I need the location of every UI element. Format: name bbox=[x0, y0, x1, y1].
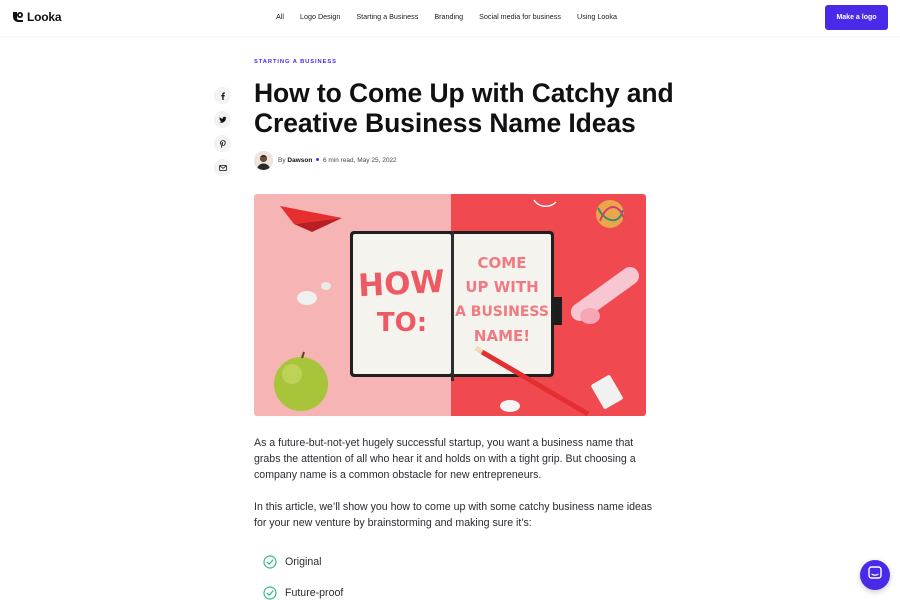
article-paragraph-1: As a future-but-not-yet hugely successfu… bbox=[254, 437, 636, 481]
hero-image: HOW TO: COME UP WITH A BUSINESS NAME! bbox=[254, 194, 646, 416]
check-circle-icon bbox=[263, 554, 277, 569]
share-email-button[interactable] bbox=[214, 159, 231, 176]
main-nav: All Logo Design Starting a Business Bran… bbox=[276, 12, 633, 21]
nav-link-starting-a-business[interactable]: Starting a Business bbox=[356, 12, 418, 21]
article-category[interactable]: STARTING A BUSINESS bbox=[254, 59, 337, 65]
twitter-icon bbox=[218, 111, 227, 129]
list-item: Future-proof bbox=[263, 577, 343, 600]
hero-right-line-3: A BUSINESS bbox=[455, 304, 549, 320]
article-byline: By Dawson 6 min read, May 25, 2022 bbox=[254, 151, 397, 170]
author-name[interactable]: Dawson bbox=[287, 157, 312, 164]
pinterest-icon bbox=[219, 135, 227, 153]
chat-icon bbox=[867, 565, 883, 586]
share-bar bbox=[214, 87, 231, 176]
author-avatar bbox=[254, 151, 273, 170]
hero-left-line-2: TO: bbox=[377, 308, 427, 338]
nav-link-logo-design[interactable]: Logo Design bbox=[300, 12, 340, 21]
logo[interactable]: Looka bbox=[12, 10, 62, 24]
hero-right-line-4: NAME! bbox=[474, 327, 530, 345]
hero-right-line-1: COME bbox=[478, 254, 527, 272]
email-icon bbox=[218, 159, 227, 177]
check-circle-icon bbox=[263, 585, 277, 600]
byline-prefix: By bbox=[278, 157, 286, 164]
site-header: Looka All Logo Design Starting a Busines… bbox=[0, 0, 900, 36]
share-facebook-button[interactable] bbox=[214, 87, 231, 104]
nav-link-branding[interactable]: Branding bbox=[434, 12, 463, 21]
facebook-icon bbox=[219, 87, 227, 105]
checklist-label: Future-proof bbox=[285, 586, 344, 599]
article-meta: 6 min read, May 25, 2022 bbox=[322, 157, 397, 164]
checklist-label: Original bbox=[285, 555, 322, 568]
looka-logo-icon bbox=[12, 11, 24, 23]
make-a-logo-button[interactable]: Make a logo bbox=[825, 5, 888, 30]
logo-text: Looka bbox=[27, 10, 62, 24]
article-title: How to Come Up with Catchy and Creative … bbox=[254, 78, 674, 138]
nav-link-social-media[interactable]: Social media for business bbox=[479, 12, 561, 21]
share-pinterest-button[interactable] bbox=[214, 135, 231, 152]
hero-right-line-2: UP WITH bbox=[465, 278, 538, 296]
article-paragraph-2: In this article, we’ll show you how to c… bbox=[254, 501, 653, 529]
byline-text: By Dawson 6 min read, May 25, 2022 bbox=[278, 157, 397, 164]
nav-link-using-looka[interactable]: Using Looka bbox=[577, 12, 617, 21]
checklist: Original Future-proof bbox=[263, 546, 343, 600]
hero-left-line-1: HOW bbox=[357, 264, 445, 304]
meta-separator-dot bbox=[316, 158, 320, 162]
chat-launcher-button[interactable] bbox=[860, 560, 890, 590]
share-twitter-button[interactable] bbox=[214, 111, 231, 128]
nav-link-all[interactable]: All bbox=[276, 12, 284, 21]
list-item: Original bbox=[263, 546, 343, 577]
